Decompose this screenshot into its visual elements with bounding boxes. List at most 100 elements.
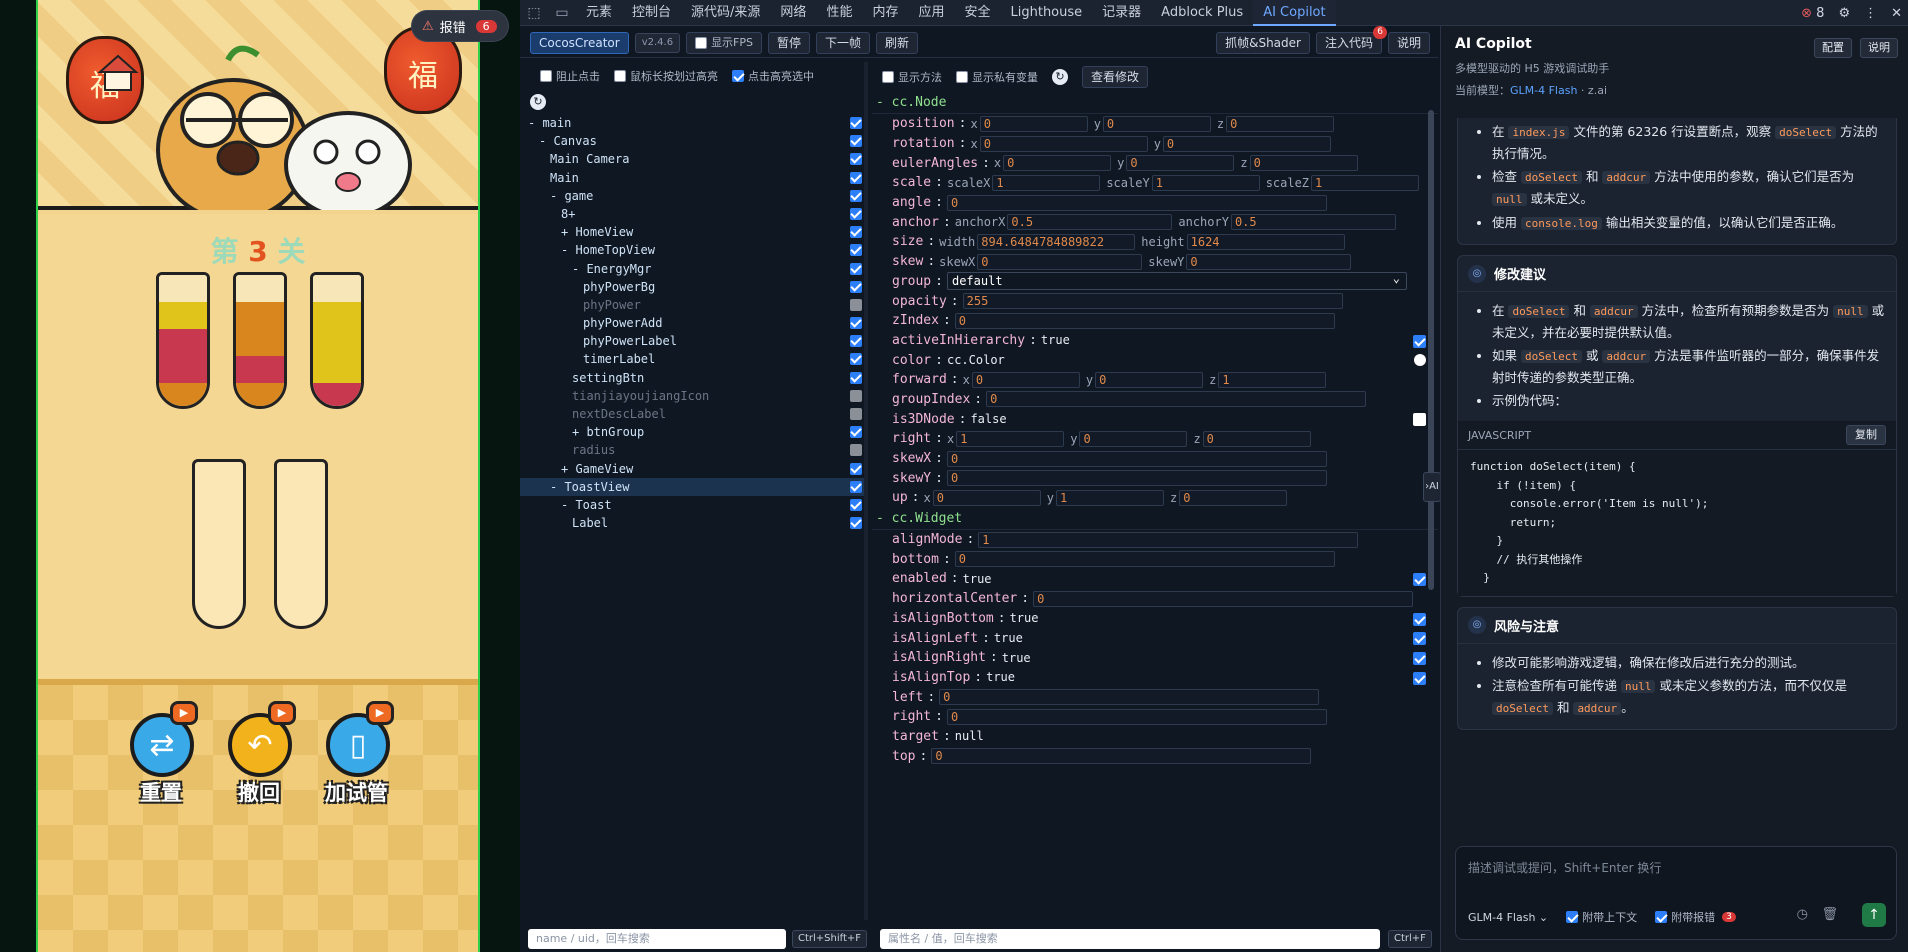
- properties-scrollbar[interactable]: [1428, 110, 1434, 590]
- property-input[interactable]: 0: [946, 194, 1327, 211]
- model-link[interactable]: GLM-4 Flash: [1510, 84, 1577, 97]
- tree-node[interactable]: Main Camera: [520, 150, 864, 168]
- property-checkbox[interactable]: [1413, 632, 1426, 646]
- inspect-element-icon[interactable]: ⬚: [520, 0, 548, 26]
- property-input[interactable]: 1624: [1186, 233, 1345, 250]
- node-active-checkbox[interactable]: [850, 353, 862, 366]
- checkbox-icon[interactable]: [882, 71, 894, 83]
- cc-node-section[interactable]: - cc.Node: [872, 92, 1438, 114]
- property-input[interactable]: 1: [1218, 371, 1327, 388]
- tree-node[interactable]: - Canvas: [520, 132, 864, 150]
- tree-search-input[interactable]: name / uid，回车搜索: [528, 929, 786, 949]
- node-active-checkbox[interactable]: [850, 135, 862, 148]
- show-private-option[interactable]: 显示私有变量: [956, 69, 1038, 85]
- node-active-checkbox[interactable]: [850, 426, 862, 439]
- property-input[interactable]: 0: [1162, 135, 1331, 152]
- refresh-tree-icon[interactable]: ↻: [530, 94, 546, 110]
- view-changes-button[interactable]: 查看修改: [1082, 66, 1149, 88]
- checked-checkbox-icon[interactable]: [1566, 911, 1579, 923]
- game-canvas[interactable]: 福 福 第 3 关: [36, 0, 480, 952]
- tree-node[interactable]: - ToastView: [520, 477, 864, 496]
- devtools-tab[interactable]: Lighthouse: [1001, 0, 1093, 26]
- property-checkbox[interactable]: [1413, 573, 1426, 587]
- property-input[interactable]: 1: [978, 531, 1359, 548]
- attach-errors-option[interactable]: 附带报错 3: [1655, 909, 1736, 925]
- history-icon[interactable]: ◷: [1797, 907, 1808, 922]
- inject-code-button[interactable]: 注入代码 6: [1315, 26, 1387, 54]
- property-input[interactable]: 0: [1126, 155, 1235, 172]
- devtools-tab[interactable]: 安全: [954, 0, 1000, 26]
- tree-node[interactable]: phyPowerBg: [520, 278, 864, 296]
- copilot-message-area[interactable]: 在 index.js 文件的第 62326 行设置断点，观察 doSelect …: [1457, 118, 1897, 868]
- property-input[interactable]: 1: [1311, 174, 1420, 191]
- property-input[interactable]: 894.6484784889822: [977, 233, 1136, 250]
- property-input[interactable]: 0: [946, 708, 1327, 725]
- tree-node[interactable]: 8+: [520, 205, 864, 223]
- property-input[interactable]: 0: [931, 748, 1312, 765]
- property-input[interactable]: 0: [954, 312, 1335, 329]
- device-toggle-icon[interactable]: ▭: [548, 0, 576, 26]
- node-active-checkbox[interactable]: [850, 153, 862, 166]
- property-input[interactable]: 0: [946, 450, 1327, 467]
- test-tube[interactable]: [156, 272, 210, 409]
- property-input[interactable]: 1: [956, 430, 1065, 447]
- tree-node[interactable]: phyPowerAdd: [520, 314, 864, 332]
- property-input[interactable]: 255: [962, 293, 1343, 310]
- send-icon[interactable]: ↑: [1862, 903, 1886, 927]
- property-input[interactable]: 1: [1151, 174, 1260, 191]
- node-active-checkbox[interactable]: [850, 117, 862, 129]
- node-active-checkbox[interactable]: [850, 371, 862, 384]
- node-active-checkbox[interactable]: [850, 498, 862, 511]
- tree-node[interactable]: phyPower: [520, 296, 864, 314]
- node-active-checkbox[interactable]: [850, 480, 862, 493]
- property-input[interactable]: 0: [971, 371, 1080, 388]
- block-click-option[interactable]: 阻止点击: [540, 68, 600, 84]
- tree-node[interactable]: - EnergyMgr: [520, 260, 864, 278]
- devtools-tab[interactable]: 内存: [862, 0, 908, 26]
- node-active-checkbox[interactable]: [850, 408, 862, 420]
- tree-node[interactable]: nextDescLabel: [520, 405, 864, 423]
- error-badge[interactable]: ⚠ 报错 6: [412, 11, 508, 41]
- node-active-checkbox[interactable]: [850, 462, 862, 475]
- tree-node[interactable]: + btnGroup: [520, 423, 864, 441]
- node-active-checkbox[interactable]: [850, 207, 862, 220]
- chat-input-placeholder[interactable]: 描述调试或提问，Shift+Enter 换行: [1468, 859, 1661, 876]
- refresh-button[interactable]: 刷新: [876, 31, 919, 54]
- tree-node[interactable]: tianjiayoujiangIcon: [520, 387, 864, 405]
- tree-node[interactable]: + GameView: [520, 460, 864, 478]
- next-frame-button[interactable]: 下一帧: [816, 31, 871, 54]
- checked-checkbox-icon[interactable]: [1655, 911, 1668, 923]
- property-checkbox[interactable]: [1413, 671, 1426, 685]
- devtools-tab[interactable]: 源代码/来源: [681, 0, 770, 26]
- tree-node[interactable]: radius: [520, 441, 864, 459]
- property-input[interactable]: 1: [1055, 489, 1164, 506]
- checkbox-icon[interactable]: [695, 36, 708, 49]
- node-active-checkbox[interactable]: [850, 517, 862, 530]
- test-tube[interactable]: [310, 272, 364, 409]
- node-active-checkbox[interactable]: [850, 298, 862, 311]
- devtools-tab[interactable]: 网络: [770, 0, 816, 26]
- node-active-checkbox[interactable]: [850, 171, 862, 184]
- cocos-creator-button[interactable]: CocosCreator: [530, 31, 629, 54]
- test-tube[interactable]: [233, 272, 287, 409]
- property-input[interactable]: 0: [1179, 489, 1288, 506]
- toolbar-help-button[interactable]: 说明: [1387, 32, 1430, 54]
- property-input[interactable]: 0: [1202, 430, 1311, 447]
- click-highlight-option[interactable]: 点击高亮选中: [732, 68, 814, 84]
- copilot-help-button[interactable]: 说明: [1860, 38, 1898, 58]
- node-active-checkbox[interactable]: [850, 444, 862, 457]
- property-input[interactable]: 0: [1226, 115, 1335, 132]
- tree-node[interactable]: timerLabel: [520, 350, 864, 368]
- property-input[interactable]: 0.5: [1007, 214, 1173, 231]
- tree-node[interactable]: settingBtn: [520, 369, 864, 387]
- tree-node[interactable]: phyPowerLabel: [520, 332, 864, 350]
- property-input[interactable]: 1: [992, 174, 1101, 191]
- checked-checkbox-icon[interactable]: [732, 70, 744, 82]
- node-active-checkbox[interactable]: [850, 262, 862, 275]
- show-fps-toggle[interactable]: 显示FPS: [686, 31, 763, 54]
- chat-input-box[interactable]: 描述调试或提问，Shift+Enter 换行 GLM-4 Flash ⌄ 附带上…: [1455, 846, 1897, 940]
- property-input[interactable]: 0: [1095, 371, 1204, 388]
- property-checkbox[interactable]: [1413, 413, 1426, 427]
- property-input[interactable]: 0: [1079, 430, 1188, 447]
- property-input[interactable]: 0: [939, 689, 1320, 706]
